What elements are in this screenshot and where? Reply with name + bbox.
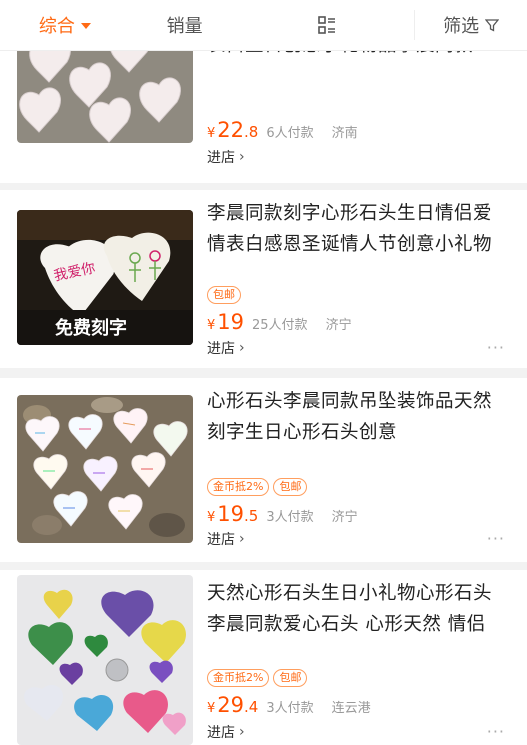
enter-shop-label: 进店 [207, 725, 235, 741]
filter-funnel-icon [485, 19, 500, 32]
price-integer: 19 [217, 310, 245, 334]
currency-symbol: ¥ [207, 510, 216, 525]
sold-count: 25人付款 [252, 318, 308, 333]
free-shipping-tag: 包邮 [207, 286, 241, 304]
enter-shop-label: 进店 [207, 532, 235, 548]
enter-shop-link[interactable]: 进店 › [207, 722, 245, 742]
price-integer: 19 [217, 502, 245, 526]
product-title[interactable]: 天然心形石头生日小礼物心形石头李晨同款爱心石头 心形天然 情侣 [207, 578, 507, 640]
chevron-right-icon: › [239, 340, 245, 356]
enter-shop-label: 进店 [207, 341, 235, 357]
more-options-icon[interactable]: ··· [487, 338, 505, 357]
price-row: ¥ 19 .5 3人付款 济宁 [207, 502, 358, 526]
price-decimal: .4 [244, 698, 259, 716]
tag-row: 金币抵2% 包邮 [207, 669, 308, 687]
price-integer: 29 [217, 693, 245, 717]
enter-shop-link[interactable]: 进店 › [207, 338, 245, 358]
list-view-icon [318, 16, 335, 34]
price-decimal: .5 [244, 507, 259, 525]
coin-discount-tag: 金币抵2% [207, 669, 270, 687]
painted-heart-stones-image [17, 395, 193, 543]
more-options-icon[interactable]: ··· [487, 529, 505, 548]
price-decimal: .8 [244, 123, 259, 141]
product-image[interactable]: 我爱你 免费刻字 [17, 210, 193, 345]
price-row: ¥ 19 25人付款 济宁 [207, 310, 352, 334]
enter-shop-link[interactable]: 进店 › [207, 529, 245, 549]
more-options-icon[interactable]: ··· [487, 722, 505, 741]
engraved-heart-stones-image: 我爱你 免费刻字 [17, 210, 193, 345]
sold-count: 6人付款 [266, 126, 314, 141]
sold-count: 3人付款 [266, 701, 314, 716]
location: 济南 [331, 126, 358, 141]
location: 连云港 [331, 701, 371, 716]
sold-count: 3人付款 [266, 510, 314, 525]
tab-sales-label: 销量 [166, 16, 203, 37]
image-caption-free-engraving: 免费刻字 [55, 317, 127, 339]
chevron-right-icon: › [239, 149, 245, 165]
product-card[interactable]: 天然心形石头生日小礼物心形石头李晨同款爱心石头 心形天然 情侣 金币抵2% 包邮… [0, 570, 527, 745]
price-row: ¥ 22 .8 6人付款 济南 [207, 118, 358, 142]
product-card[interactable]: 心形石头李晨同款吊坠装饰品天然刻字生日心形石头创意 金币抵2% 包邮 ¥ 19 … [0, 378, 527, 562]
chevron-right-icon: › [239, 531, 245, 547]
product-title[interactable]: 心形石头李晨同款吊坠装饰品天然刻字生日心形石头创意 [207, 386, 507, 448]
caret-down-icon [80, 23, 91, 29]
price-row: ¥ 29 .4 3人付款 连云港 [207, 693, 371, 717]
currency-symbol: ¥ [207, 126, 216, 141]
tag-row: 金币抵2% 包邮 [207, 478, 308, 496]
product-image[interactable] [17, 575, 193, 745]
tag-row: 包邮 [207, 286, 241, 304]
filter-button[interactable]: 筛选 [414, 10, 527, 40]
view-toggle-button[interactable] [240, 0, 415, 50]
tab-default-sort[interactable]: 综合 [0, 0, 130, 50]
currency-symbol: ¥ [207, 318, 216, 333]
colored-heart-stones-image [17, 575, 193, 745]
tab-sales[interactable]: 销量 [130, 0, 240, 50]
product-card[interactable]: 我爱你 免费刻字 李晨同款刻字心形石头生日情侣爱情表白感恩圣诞情人节创意小礼物 … [0, 190, 527, 368]
product-image[interactable] [17, 395, 193, 543]
sort-filter-bar: 综合 销量 筛选 [0, 0, 527, 51]
coin-discount-tag: 金币抵2% [207, 478, 270, 496]
enter-shop-link[interactable]: 进店 › [207, 147, 245, 167]
tab-default-sort-label: 综合 [38, 16, 75, 37]
location: 济宁 [325, 318, 352, 333]
currency-symbol: ¥ [207, 701, 216, 716]
product-title[interactable]: 李晨同款刻字心形石头生日情侣爱情表白感恩圣诞情人节创意小礼物 [207, 198, 507, 260]
price-integer: 22 [217, 118, 245, 142]
filter-label: 筛选 [443, 16, 480, 37]
location: 济宁 [331, 510, 358, 525]
free-shipping-tag: 包邮 [273, 478, 308, 496]
enter-shop-label: 进店 [207, 150, 235, 166]
free-shipping-tag: 包邮 [273, 669, 308, 687]
chevron-right-icon: › [239, 724, 245, 740]
